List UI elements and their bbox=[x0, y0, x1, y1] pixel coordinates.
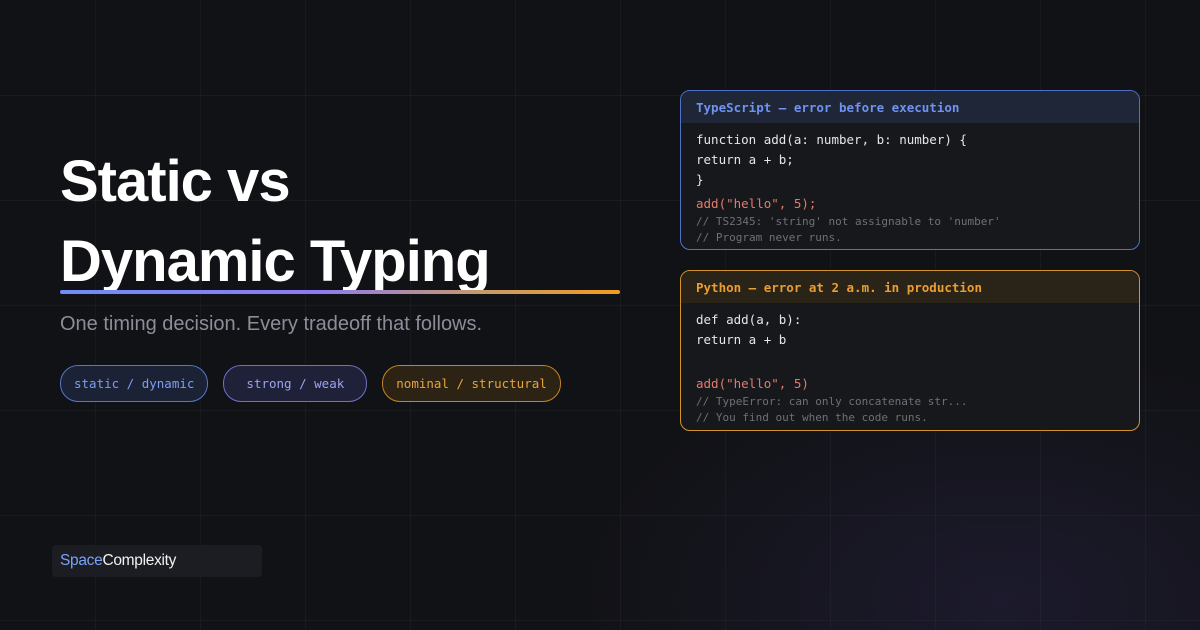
tag-list: static / dynamic strong / weak nominal /… bbox=[60, 365, 561, 402]
code-comment: // TypeError: can only concatenate str..… bbox=[696, 395, 968, 408]
code-line: def add(a, b): bbox=[696, 312, 802, 327]
tag-static-dynamic: static / dynamic bbox=[60, 365, 209, 402]
brand-part-2: Complexity bbox=[102, 552, 177, 569]
code-line: return a + b bbox=[696, 332, 787, 347]
code-line: return a + b; bbox=[696, 152, 794, 167]
tag-strong-weak: strong / weak bbox=[223, 365, 368, 402]
error-call-line: add("hello", 5); bbox=[696, 196, 817, 211]
tag-nominal-structural: nominal / structural bbox=[382, 365, 561, 402]
typescript-card: TypeScript — error before execution func… bbox=[680, 90, 1140, 250]
python-card: Python — error at 2 a.m. in production d… bbox=[680, 270, 1140, 431]
brand-logo: Space Complexity bbox=[52, 545, 262, 577]
typescript-card-header: TypeScript — error before execution bbox=[681, 91, 1139, 123]
subtitle: One timing decision. Every tradeoff that… bbox=[60, 313, 483, 335]
page-title: Static vs Dynamic Typing bbox=[60, 142, 491, 302]
code-line: function add(a: number, b: number) { bbox=[696, 132, 967, 147]
title-underline bbox=[60, 290, 620, 294]
python-code: def add(a, b): return a + b add("hello",… bbox=[681, 303, 1139, 426]
code-comment: // TS2345: 'string' not assignable to 'n… bbox=[696, 215, 1001, 228]
brand-part-1: Space bbox=[60, 552, 103, 569]
code-comment: // You find out when the code runs. bbox=[696, 411, 928, 424]
code-line: } bbox=[696, 172, 704, 187]
title-line-1: Static vs bbox=[60, 149, 291, 214]
python-card-header: Python — error at 2 a.m. in production bbox=[681, 271, 1139, 303]
error-call-line: add("hello", 5) bbox=[696, 376, 809, 391]
typescript-code: function add(a: number, b: number) { ret… bbox=[681, 123, 1139, 246]
code-comment: // Program never runs. bbox=[696, 231, 842, 244]
